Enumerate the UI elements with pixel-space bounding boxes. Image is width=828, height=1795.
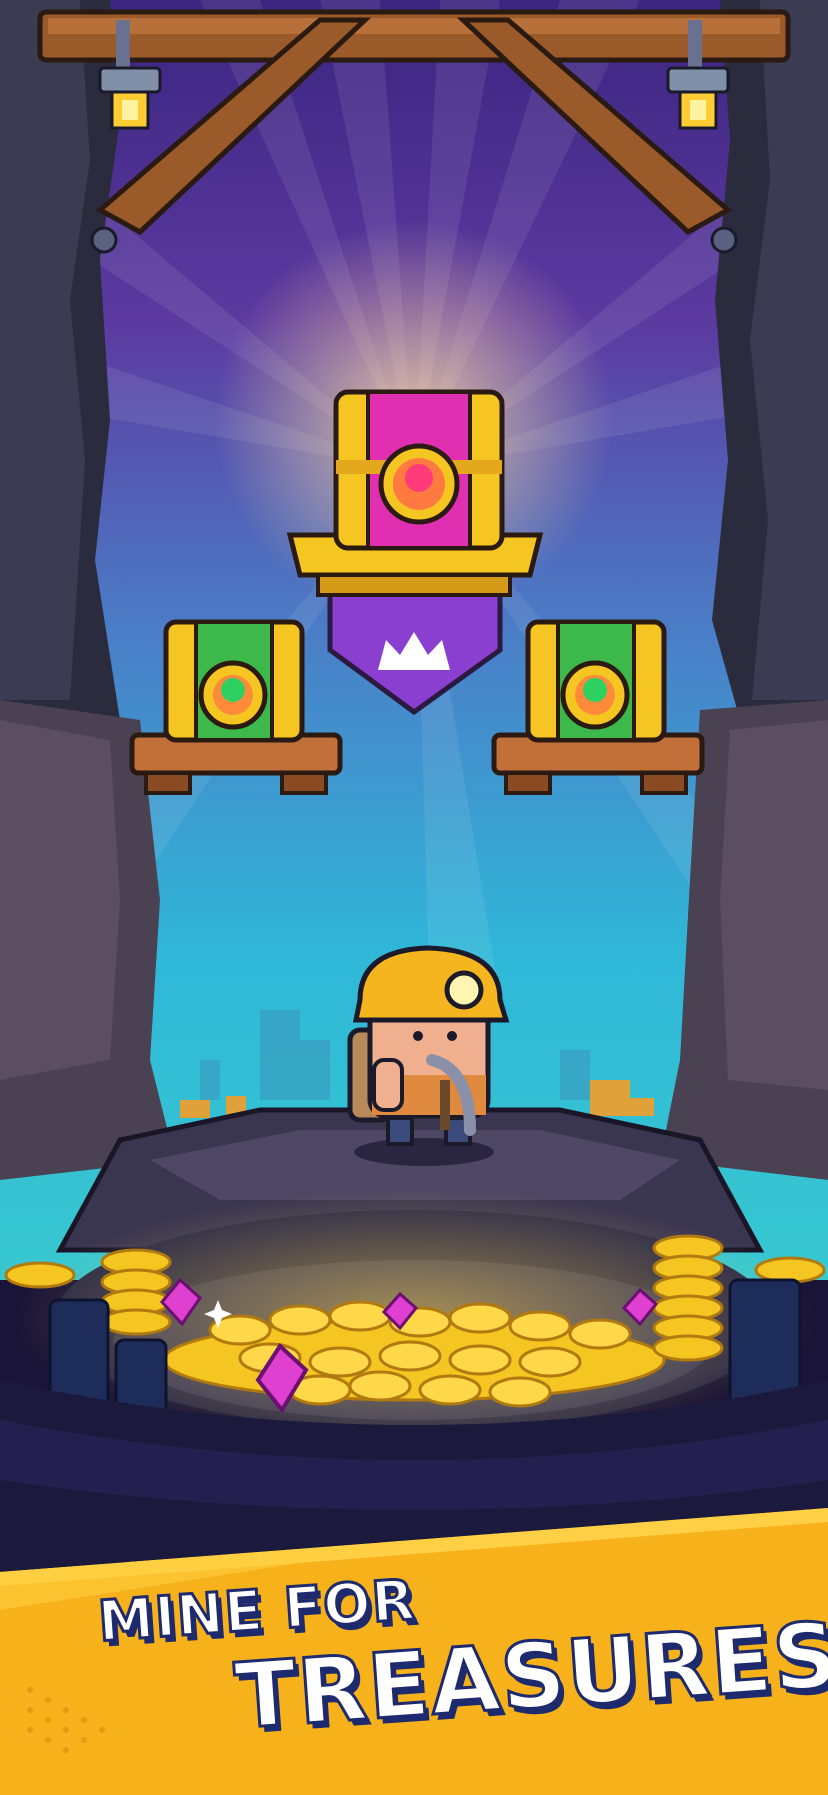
game-scene	[0, 0, 828, 1795]
miner-character[interactable]	[347, 945, 510, 1146]
